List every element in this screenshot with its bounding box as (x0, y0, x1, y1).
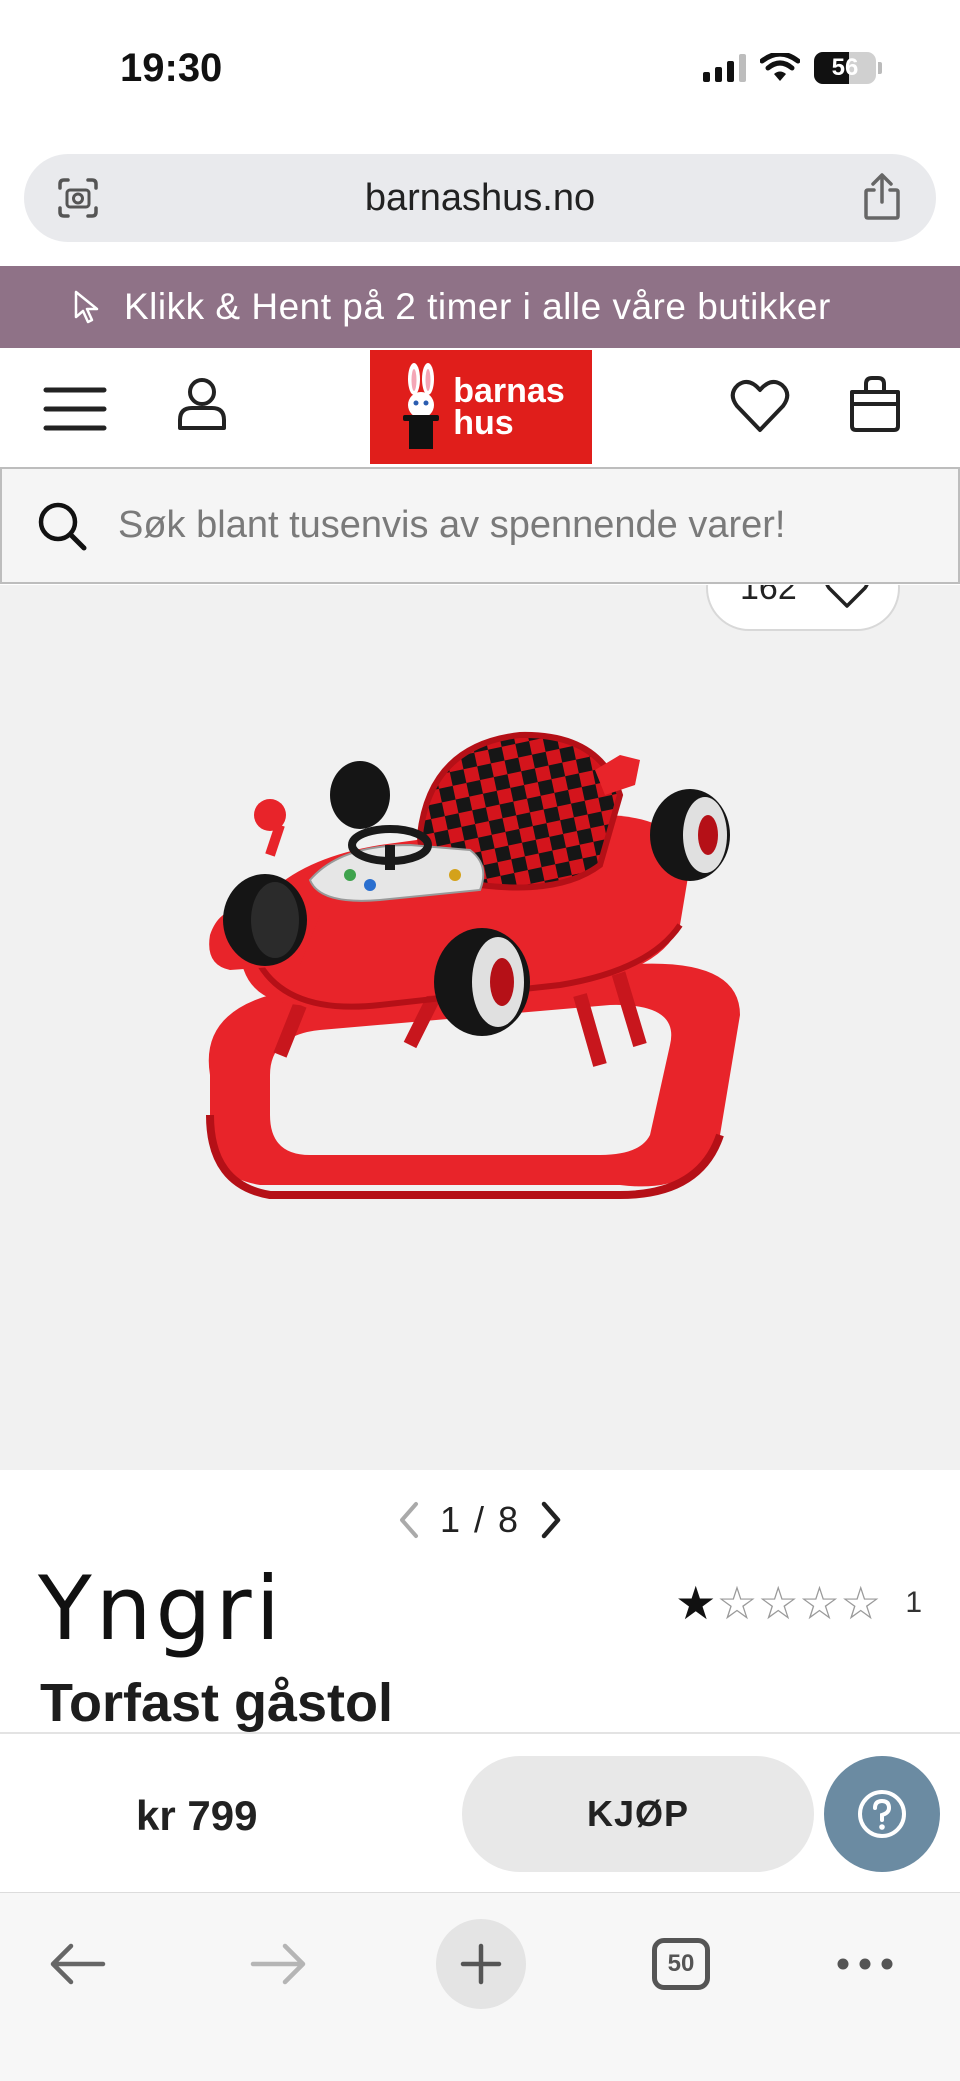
favorite-count-button[interactable]: 162 (706, 585, 900, 631)
url-text[interactable]: barnashus.no (365, 177, 595, 220)
status-time: 19:30 (120, 46, 223, 90)
image-pager: 1 / 8 (0, 1498, 960, 1542)
shopping-bag-icon[interactable] (848, 374, 902, 434)
previous-image-chevron-icon[interactable] (394, 1500, 424, 1540)
heart-icon (825, 585, 869, 608)
product-title: Torfast gåstol (40, 1673, 394, 1733)
address-bar[interactable]: barnashus.no (24, 154, 936, 242)
battery-indicator: 56 (814, 52, 882, 84)
favorite-count: 162 (740, 585, 797, 607)
brand-logo[interactable]: Yngri (38, 1564, 308, 1654)
search-bar[interactable] (0, 467, 960, 584)
more-dots-icon (837, 1958, 893, 1970)
product-image-baby-walker[interactable] (180, 715, 780, 1275)
cursor-pointer-icon (74, 290, 99, 324)
buy-button[interactable]: KJØP (462, 1756, 814, 1872)
wifi-icon (760, 53, 800, 81)
forward-button[interactable] (234, 1919, 324, 2009)
sticky-buy-bar: kr 799 KJØP (0, 1732, 960, 1892)
product-price: kr 799 (136, 1792, 258, 1839)
back-arrow-icon (50, 1943, 106, 1985)
status-icons: 56 (703, 52, 882, 84)
user-account-icon[interactable] (172, 374, 232, 434)
star-empty-icon: ☆ (840, 1577, 882, 1629)
rating-count: 1 (905, 1586, 922, 1619)
brand-name: Yngri (38, 1557, 285, 1660)
cellular-signal-icon (703, 54, 746, 82)
star-empty-icon: ☆ (757, 1577, 799, 1629)
tab-count: 50 (652, 1938, 710, 1990)
battery-level: 56 (831, 54, 859, 81)
star-empty-icon: ☆ (798, 1577, 841, 1629)
promo-banner[interactable]: Klikk & Hent på 2 timer i alle våre buti… (0, 266, 960, 348)
hamburger-menu-icon[interactable] (42, 384, 108, 434)
more-menu-button[interactable] (820, 1919, 910, 2009)
image-pager-text: 1 / 8 (439, 1499, 521, 1540)
star-filled-icon: ★ (675, 1577, 717, 1629)
product-gallery[interactable]: 162 (0, 585, 960, 1470)
promo-text: Klikk & Hent på 2 timer i alle våre buti… (124, 286, 831, 327)
search-icon[interactable] (36, 500, 88, 552)
rating-stars: ★ ☆ ☆ ☆ ☆ (675, 1580, 881, 1626)
logo-text: barnas hus (453, 372, 565, 442)
tabs-button[interactable]: 50 (636, 1919, 726, 2009)
site-header: barnas hus (0, 348, 960, 466)
new-tab-button[interactable] (436, 1919, 526, 2009)
forward-arrow-icon (250, 1943, 306, 1985)
search-input[interactable] (118, 504, 918, 547)
help-button[interactable] (824, 1756, 940, 1872)
browser-toolbar: 50 (0, 1892, 960, 2081)
share-icon[interactable] (858, 172, 906, 222)
plus-icon (460, 1943, 502, 1985)
wishlist-heart-icon[interactable] (730, 378, 790, 434)
question-mark-icon (858, 1790, 906, 1838)
barnashus-logo[interactable]: barnas hus (370, 350, 592, 464)
product-rating[interactable]: ★ ☆ ☆ ☆ ☆ 1 (675, 1580, 922, 1626)
rabbit-in-hat-icon (403, 363, 440, 449)
camera-search-icon[interactable] (54, 174, 102, 222)
back-button[interactable] (32, 1919, 122, 2009)
status-bar: 19:30 56 (0, 0, 960, 140)
star-empty-icon: ☆ (716, 1577, 758, 1629)
next-image-chevron-icon[interactable] (536, 1500, 566, 1540)
